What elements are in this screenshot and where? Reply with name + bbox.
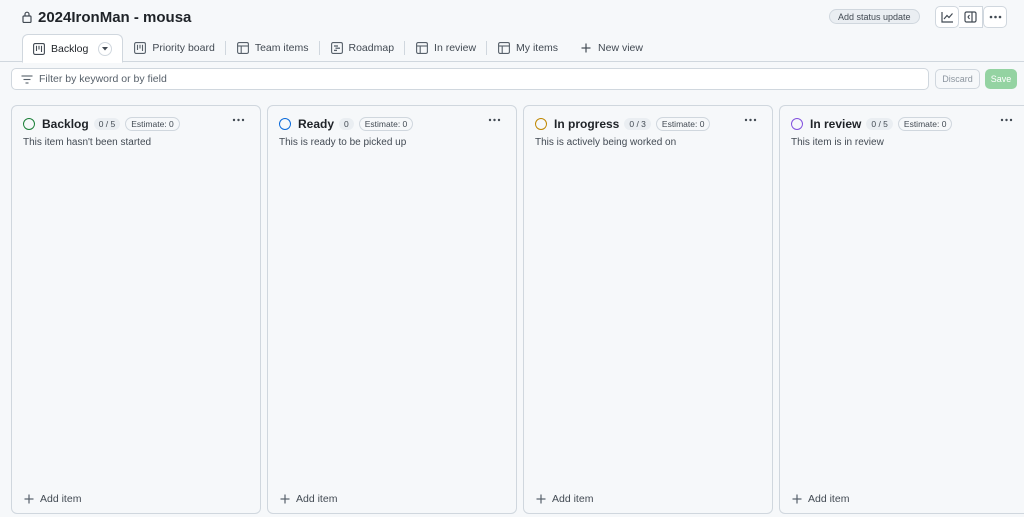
roadmap-icon xyxy=(330,42,343,54)
column-header: In progress 0 / 3 Estimate: 0 xyxy=(535,117,711,131)
tab-label: Roadmap xyxy=(348,42,395,54)
add-item-button[interactable]: Add item xyxy=(280,493,337,505)
board-icon xyxy=(33,42,45,55)
tab-label: My items xyxy=(516,42,559,54)
view-tabs: Backlog Priority board Team items Roadma… xyxy=(22,34,654,63)
table-icon xyxy=(236,42,249,54)
chevron-down-icon xyxy=(102,46,109,50)
more-options-icon xyxy=(744,118,756,122)
project-title: 2024IronMan - mousa xyxy=(38,8,192,26)
tab-label: Team items xyxy=(254,42,309,54)
board-column-backlog: Backlog 0 / 5 Estimate: 0 This item hasn… xyxy=(11,105,261,514)
board-column-in-review: In review 0 / 5 Estimate: 0 This item is… xyxy=(779,105,1024,514)
plus-icon xyxy=(536,494,546,504)
status-circle-icon xyxy=(279,118,291,130)
tab-backlog[interactable]: Backlog xyxy=(22,34,124,63)
tab-my-items[interactable]: My items xyxy=(487,34,569,62)
item-count-badge: 0 xyxy=(339,118,354,130)
estimate-badge: Estimate: 0 xyxy=(125,117,180,131)
column-title: In review xyxy=(810,117,862,131)
column-menu-button[interactable] xyxy=(228,112,248,128)
more-options-icon xyxy=(488,118,500,122)
lock-icon xyxy=(22,11,32,23)
filter-placeholder: Filter by keyword or by field xyxy=(39,73,167,85)
more-options-icon xyxy=(232,118,244,122)
column-menu-button[interactable] xyxy=(484,112,504,128)
column-title: Backlog xyxy=(42,117,89,131)
add-item-button[interactable]: Add item xyxy=(24,493,81,505)
item-count-badge: 0 / 3 xyxy=(624,118,651,130)
column-description: This is ready to be picked up xyxy=(279,137,407,148)
status-circle-icon xyxy=(535,118,547,130)
plus-icon xyxy=(792,494,802,504)
column-title: Ready xyxy=(298,117,335,131)
column-menu-button[interactable] xyxy=(740,112,760,128)
column-header: In review 0 / 5 Estimate: 0 xyxy=(791,117,953,131)
save-button[interactable]: Save xyxy=(985,69,1017,89)
board-icon xyxy=(134,42,147,54)
filter-input[interactable]: Filter by keyword or by field xyxy=(11,68,929,90)
add-item-label: Add item xyxy=(40,493,82,505)
table-icon xyxy=(416,42,428,54)
tab-label: In review xyxy=(434,42,477,54)
view-options-button[interactable] xyxy=(98,41,113,56)
table-icon xyxy=(498,42,510,54)
add-item-label: Add item xyxy=(808,493,850,505)
tab-label: Backlog xyxy=(51,42,89,55)
column-description: This item is in review xyxy=(791,137,884,148)
project-header: 2024IronMan - mousa Add status update Ba… xyxy=(0,0,1024,63)
more-options-button[interactable] xyxy=(983,6,1007,28)
insights-button[interactable] xyxy=(935,6,959,28)
insights-icon xyxy=(940,12,953,23)
estimate-badge: Estimate: 0 xyxy=(897,117,953,131)
title-row: 2024IronMan - mousa xyxy=(22,7,191,27)
add-item-label: Add item xyxy=(296,493,338,505)
add-status-update-button[interactable]: Add status update xyxy=(829,9,920,24)
more-options-icon xyxy=(1000,118,1012,122)
add-item-button[interactable]: Add item xyxy=(792,493,849,505)
status-circle-icon xyxy=(791,118,803,130)
tab-label: New view xyxy=(598,42,643,54)
item-count-badge: 0 / 5 xyxy=(866,118,893,130)
board-column-in-progress: In progress 0 / 3 Estimate: 0 This is ac… xyxy=(523,105,773,514)
plus-icon xyxy=(24,494,34,504)
status-circle-icon xyxy=(23,118,35,130)
tab-roadmap[interactable]: Roadmap xyxy=(320,34,406,62)
column-description: This is actively being worked on xyxy=(535,137,677,148)
column-header: Ready 0 Estimate: 0 xyxy=(279,117,414,131)
plus-icon xyxy=(280,494,290,504)
column-menu-button[interactable] xyxy=(996,112,1016,128)
tab-priority-board[interactable]: Priority board xyxy=(123,34,226,62)
new-view-button[interactable]: New view xyxy=(569,34,654,62)
filter-icon xyxy=(21,74,33,84)
tab-in-review[interactable]: In review xyxy=(405,34,488,62)
tab-team-items[interactable]: Team items xyxy=(226,34,320,62)
add-item-label: Add item xyxy=(552,493,594,505)
more-options-icon xyxy=(989,15,1001,19)
add-item-button[interactable]: Add item xyxy=(536,493,593,505)
side-panel-icon xyxy=(964,11,977,23)
column-description: This item hasn't been started xyxy=(23,137,152,148)
estimate-badge: Estimate: 0 xyxy=(358,117,414,131)
plus-icon xyxy=(581,43,591,53)
estimate-badge: Estimate: 0 xyxy=(655,117,711,131)
discard-button[interactable]: Discard xyxy=(935,69,980,89)
column-header: Backlog 0 / 5 Estimate: 0 xyxy=(23,117,180,131)
column-title: In progress xyxy=(554,117,620,131)
tab-label: Priority board xyxy=(152,42,215,54)
side-panel-button[interactable] xyxy=(959,6,983,28)
item-count-badge: 0 / 5 xyxy=(93,118,121,130)
board-column-ready: Ready 0 Estimate: 0 This is ready to be … xyxy=(267,105,517,514)
